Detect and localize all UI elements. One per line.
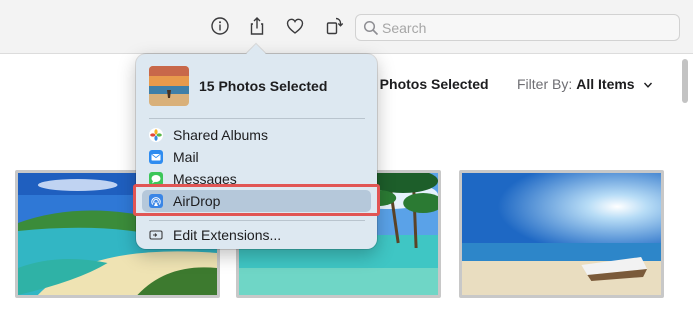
toolbar: Search bbox=[0, 0, 693, 54]
filter-value: All Items bbox=[576, 76, 635, 92]
extensions-icon bbox=[149, 230, 163, 240]
share-menu-title: 15 Photos Selected bbox=[199, 78, 328, 94]
shared-albums-icon bbox=[149, 128, 163, 142]
filter-dropdown[interactable]: Filter By: All Items bbox=[517, 76, 653, 92]
search-placeholder: Search bbox=[382, 20, 427, 36]
search-field[interactable]: Search bbox=[355, 14, 680, 41]
heart-icon[interactable] bbox=[283, 14, 307, 38]
menu-item-label: Mail bbox=[173, 149, 199, 165]
menu-item-label: Shared Albums bbox=[173, 127, 268, 143]
menu-item-label: Edit Extensions... bbox=[173, 227, 282, 243]
selection-title: 5 Photos Selected bbox=[368, 76, 489, 92]
menu-item-shared-albums[interactable]: Shared Albums bbox=[142, 124, 371, 146]
scrollbar-thumb[interactable] bbox=[682, 59, 688, 103]
menu-item-edit-extensions[interactable]: Edit Extensions... bbox=[142, 224, 371, 246]
chevron-down-icon bbox=[644, 82, 653, 89]
menu-item-mail[interactable]: Mail bbox=[142, 146, 371, 168]
menu-divider bbox=[149, 118, 365, 119]
rotate-icon[interactable] bbox=[322, 14, 346, 38]
search-icon bbox=[363, 20, 379, 36]
share-icon[interactable] bbox=[245, 14, 269, 38]
share-menu: 15 Photos Selected Shared Albums Mail Me… bbox=[136, 44, 377, 249]
mail-icon bbox=[149, 150, 163, 164]
airdrop-highlight bbox=[133, 184, 380, 216]
selection-thumbnail bbox=[149, 66, 189, 106]
info-icon[interactable] bbox=[208, 14, 232, 38]
filter-label: Filter By: bbox=[517, 76, 573, 92]
menu-divider bbox=[149, 220, 365, 221]
photo-thumbnail[interactable] bbox=[459, 170, 664, 298]
scrollbar[interactable] bbox=[680, 56, 690, 314]
